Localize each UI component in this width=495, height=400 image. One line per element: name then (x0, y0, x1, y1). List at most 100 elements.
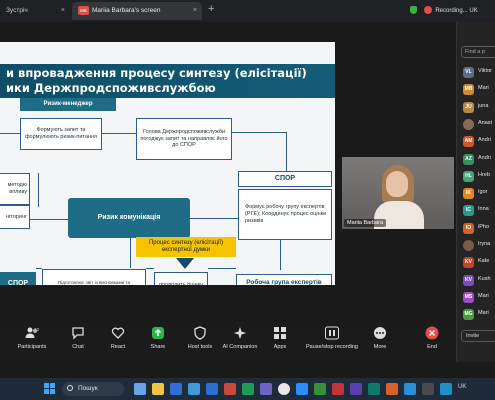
participant-row[interactable]: HL Hreb (457, 168, 495, 184)
participant-name: iPho (478, 223, 490, 230)
app-icon[interactable] (422, 383, 434, 395)
invite-button[interactable]: Invite (461, 330, 495, 342)
participants-button[interactable]: 32 Participants (10, 326, 54, 360)
participant-name: Viktor (478, 68, 492, 74)
lang-indicator: UK (469, 8, 478, 14)
participant-row[interactable]: Anast (457, 116, 495, 132)
connector-line (146, 268, 154, 269)
task-view-icon[interactable] (134, 383, 146, 395)
arrow-down-icon (176, 258, 194, 269)
box-spor-tasks: Формує робочу групу експертів (РГЕ); Коо… (238, 189, 332, 240)
participant-row[interactable]: KV Kush (457, 272, 495, 288)
participant-name: Mari (478, 85, 489, 92)
end-call-icon (425, 326, 439, 340)
tab-shared-screen-label: Mariia Barbara's screen (92, 7, 161, 14)
participant-name: Hreb (478, 171, 490, 178)
participant-name: Anast (478, 119, 493, 126)
browser-tab-strip: Зустріч × MB Mariia Barbara's screen × + Re… (0, 0, 495, 22)
risk-manager-header: Ризик-менеджер (20, 98, 116, 111)
app-icon[interactable] (314, 383, 326, 395)
video-tile[interactable]: Mariia Barbara (342, 157, 454, 229)
connector-line (208, 268, 236, 269)
close-icon[interactable]: × (193, 2, 197, 20)
avatar (463, 240, 474, 251)
host-tools-label: Host tools (187, 344, 213, 350)
pause-recording-label: Pause/stop recording (306, 344, 358, 350)
slide-title-bar: и впровадження процесу синтезу (елісітац… (0, 64, 335, 98)
participant-row[interactable]: IK Igor (457, 185, 495, 201)
word-icon[interactable] (206, 383, 218, 395)
ai-companion-button[interactable]: AI Companion (218, 326, 262, 360)
person-face (386, 171, 408, 197)
host-tools-button[interactable]: Host tools (178, 326, 222, 360)
avatar: JU (463, 101, 474, 113)
participant-row[interactable]: AZ Andri (457, 151, 495, 167)
teams-icon[interactable] (260, 383, 272, 395)
avatar: KV (463, 274, 474, 286)
heart-icon (111, 326, 125, 340)
app-icon[interactable] (386, 383, 398, 395)
avatar (463, 118, 474, 130)
zoom-icon[interactable] (296, 383, 308, 395)
app-icon[interactable] (440, 383, 452, 395)
acrobat-icon[interactable] (332, 383, 344, 395)
recording-icon (423, 6, 432, 15)
participants-panel: Find a p VL Viktor MB Mari JU juna Anast AM Andr… (456, 22, 495, 362)
tab-meeting[interactable]: Зустріч × (0, 2, 70, 20)
app-icon[interactable] (368, 383, 380, 395)
connector-line (280, 240, 281, 270)
video-name-label: Mariia Barbara (344, 219, 387, 227)
chrome-icon[interactable] (278, 383, 290, 395)
close-icon[interactable]: × (61, 2, 65, 20)
pause-recording-button[interactable]: Pause/stop recording (306, 326, 358, 360)
participant-row[interactable]: KV Kate (457, 254, 495, 270)
box-working-group: Робоча група експертів (РГЕ) (236, 274, 332, 285)
mail-icon[interactable] (170, 383, 182, 395)
more-label: More (373, 344, 387, 350)
participant-row[interactable]: JU juna (457, 99, 495, 115)
participant-row[interactable]: MG Mari (457, 306, 495, 322)
participant-row[interactable]: Iryna (457, 237, 495, 253)
participant-row[interactable]: IC Inna (457, 202, 495, 218)
participant-name: Mari (478, 310, 489, 317)
end-label: End (427, 344, 437, 350)
participant-name: Kate (478, 258, 490, 265)
participant-row[interactable]: IO iPho (457, 220, 495, 236)
tab-shared-screen[interactable]: MB Mariia Barbara's screen × (72, 2, 202, 20)
avatar: MS (463, 291, 474, 303)
react-button[interactable]: React (96, 326, 140, 360)
participant-name: Andri (478, 137, 491, 144)
app-icon[interactable] (350, 383, 362, 395)
participant-name: Inna (478, 206, 489, 213)
connector-line (30, 219, 68, 220)
participant-row[interactable]: AM Andri (457, 133, 495, 149)
windows-start-icon[interactable] (44, 383, 55, 394)
apps-button[interactable]: Apps (258, 326, 302, 360)
participant-row[interactable]: VL Viktor (457, 64, 495, 80)
chat-button[interactable]: Chat (56, 326, 100, 360)
app-icon[interactable] (404, 383, 416, 395)
end-button[interactable]: End (410, 326, 454, 360)
share-label: Share (150, 344, 166, 350)
new-tab-icon[interactable]: + (208, 3, 214, 15)
avatar: IO (463, 222, 474, 234)
participants-search-input[interactable]: Find a p (461, 46, 495, 58)
edge-icon[interactable] (188, 383, 200, 395)
avatar: MG (463, 309, 474, 321)
box-assessment: проводить оцінку ризиків (154, 272, 208, 285)
share-button[interactable]: Share (136, 326, 180, 360)
powerpoint-icon[interactable] (224, 383, 236, 395)
taskbar-search-label: Пошук (78, 385, 98, 392)
box-spor-left: СПОР (0, 272, 36, 285)
chat-label: Chat (72, 344, 84, 350)
meeting-toolbar: 32 Participants Chat React Share Host to… (0, 322, 456, 362)
slide-title-line2: ики Держпродспоживслужбою (6, 81, 216, 95)
participant-row[interactable]: MB Mari (457, 81, 495, 97)
more-button[interactable]: More (358, 326, 402, 360)
search-icon (67, 385, 73, 391)
excel-icon[interactable] (242, 383, 254, 395)
file-explorer-icon[interactable] (152, 383, 164, 395)
participant-row[interactable]: MS Mari (457, 289, 495, 305)
connector-line (0, 133, 20, 134)
taskbar-search-input[interactable]: Пошук (62, 382, 124, 396)
